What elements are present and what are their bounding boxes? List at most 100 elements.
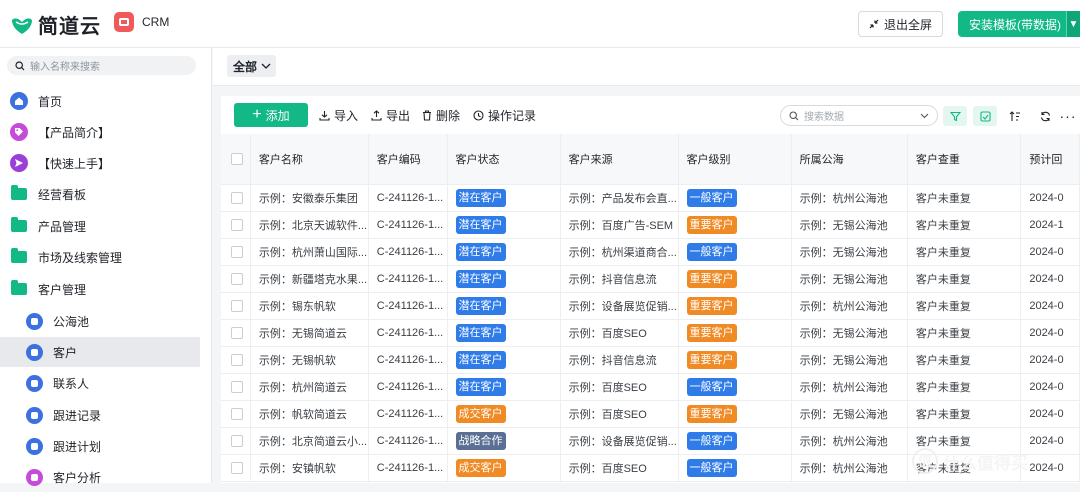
table-row[interactable]: 示例：杭州萧山国际... C-241126-1... 潜在客户 示例：杭州渠道商合..… [221,238,1080,266]
logo[interactable]: 简道云 [10,10,101,39]
table-row[interactable]: 示例：北京天诚软件... C-241126-1... 潜在客户 示例：百度广告-SEM… [221,211,1080,239]
status-cell: 潜在客户 [447,346,561,374]
delete-button[interactable]: 删除 [422,107,460,124]
table-search-input[interactable]: 搜索数据 [780,105,938,126]
sidebar-item-home[interactable]: 首页 [0,86,200,116]
table-row[interactable]: 示例：新疆塔克水果... C-241126-1... 潜在客户 示例：抖音信息流 重要客… [221,265,1080,293]
row-checkbox[interactable] [221,373,251,401]
field-display-button[interactable] [973,106,997,126]
pool-cell: 示例：杭州公海池 [791,427,908,455]
more-button[interactable]: ··· [1059,106,1077,126]
column-header[interactable]: 客户编码 [368,134,448,185]
sidebar-item-quick-start[interactable]: 【快速上手】 [0,148,200,178]
view-filter-label: 全部 [233,59,258,74]
install-template-button[interactable]: 安装模板(带数据) [958,11,1080,37]
sort-button[interactable] [1003,106,1027,126]
import-button[interactable]: 导入 [319,107,358,124]
crm-app-icon [114,12,134,32]
row-checkbox[interactable] [221,454,251,482]
row-checkbox[interactable] [221,238,251,266]
add-button[interactable]: + 添加 [234,103,308,127]
refresh-button[interactable] [1033,106,1057,126]
level-cell: 重要客户 [678,211,792,239]
column-header[interactable]: 客户状态 [447,134,561,185]
install-dropdown-button[interactable]: ▼ [1066,11,1080,37]
sidebar-item-customer-analysis[interactable]: 客户分析 [0,462,200,492]
sidebar-item-label: 经营看板 [38,187,87,202]
row-checkbox[interactable] [221,265,251,293]
status-cell: 潜在客户 [447,238,561,266]
dup-cell: 客户未重复 [907,292,1022,320]
sidebar-item-dashboard[interactable]: 经营看板 [0,179,200,209]
export-button[interactable]: 导出 [371,107,410,124]
source-cell: 示例：产品发布会直... [560,184,679,212]
row-checkbox[interactable] [221,184,251,212]
date-cell: 2024-0 [1020,346,1080,374]
code-cell: C-241126-1... [368,373,448,401]
sidebar-item-market-leads[interactable]: 市场及线索管理 [0,242,200,272]
row-checkbox[interactable] [221,346,251,374]
filter-button[interactable] [943,106,967,126]
sidebar-item-product-management[interactable]: 产品管理 [0,211,200,241]
sidebar-item-public-pool[interactable]: 公海池 [0,306,200,336]
sidebar-item-customer[interactable]: 客户 [0,337,200,367]
send-icon [10,154,28,172]
column-header[interactable]: 所属公海 [791,134,908,185]
date-cell: 2024-0 [1020,400,1080,428]
pool-cell: 示例：无锡公海池 [791,265,908,293]
name-cell: 示例：杭州萧山国际... [250,238,369,266]
chevron-down-icon [261,63,271,69]
status-cell: 潜在客户 [447,292,561,320]
sidebar-search-input[interactable]: 输入名称来搜索 [7,56,196,75]
sidebar-item-follow-plans[interactable]: 跟进计划 [0,431,200,461]
level-badge: 重要客户 [686,350,737,369]
dup-cell: 客户未重复 [907,211,1022,239]
sidebar-item-product-intro[interactable]: 【产品简介】 [0,117,200,147]
operation-log-button[interactable]: 操作记录 [473,107,536,124]
name-cell: 示例：无锡帆软 [250,346,369,374]
sidebar-item-customer-management[interactable]: 客户管理 [0,274,200,304]
search-icon [15,60,25,70]
column-header[interactable]: 客户查重 [907,134,1022,185]
app-tab-crm[interactable]: CRM [114,12,169,32]
status-badge: 潜在客户 [455,350,506,369]
view-filter-dropdown[interactable]: 全部 [227,55,277,77]
pool-cell: 示例：无锡公海池 [791,238,908,266]
date-cell: 2024-0 [1020,319,1080,347]
sidebar-item-contacts[interactable]: 联系人 [0,368,200,398]
row-checkbox[interactable] [221,400,251,428]
table-row[interactable]: 示例：无锡帆软 C-241126-1... 潜在客户 示例：抖音信息流 重要客户 示例：无… [221,346,1080,374]
name-cell: 示例：无锡简道云 [250,319,369,347]
date-cell: 2024-0 [1020,184,1080,212]
source-cell: 示例：百度广告-SEM [560,211,679,239]
table-row[interactable]: 示例：帆软简道云 C-241126-1... 成交客户 示例：百度SEO 重要客户 示例：… [221,400,1080,428]
collapse-icon [869,19,879,29]
code-cell: C-241126-1... [368,427,448,455]
row-checkbox[interactable] [221,319,251,347]
sidebar-item-label: 公海池 [53,314,90,329]
table-row[interactable]: 示例：锡东帆软 C-241126-1... 潜在客户 示例：设备展览促销... 重要客户… [221,292,1080,320]
row-checkbox[interactable] [221,211,251,239]
sidebar-item-label: 首页 [38,94,63,109]
sidebar-item-follow-records[interactable]: 跟进记录 [0,400,200,430]
folder-icon [11,217,27,232]
table-row[interactable]: 示例：安徽泰乐集团 C-241126-1... 潜在客户 示例：产品发布会直... 一般… [221,184,1080,212]
name-cell: 示例：帆软简道云 [250,400,369,428]
row-checkbox[interactable] [221,292,251,320]
table-toolbar: + 添加 导入 导出 删除 操作记录 搜索数据 ··· [221,96,1080,134]
name-cell: 示例：锡东帆软 [250,292,369,320]
filter-icon [949,111,961,121]
column-header[interactable]: 客户名称 [250,134,369,185]
exit-fullscreen-button[interactable]: 退出全屏 [858,11,943,37]
table-row[interactable]: 示例：无锡简道云 C-241126-1... 潜在客户 示例：百度SEO 重要客户 示例：… [221,319,1080,347]
column-header[interactable]: 客户来源 [560,134,679,185]
column-header[interactable]: 预计回 [1020,134,1080,185]
source-cell: 示例：百度SEO [560,400,679,428]
level-cell: 一般客户 [678,454,792,482]
name-cell: 示例：安徽泰乐集团 [250,184,369,212]
table-row[interactable]: 示例：杭州简道云 C-241126-1... 潜在客户 示例：百度SEO 一般客户 示例：… [221,373,1080,401]
column-header[interactable]: 客户级别 [678,134,792,185]
select-all-checkbox[interactable] [221,134,251,185]
row-checkbox[interactable] [221,427,251,455]
status-badge: 潜在客户 [455,215,506,234]
